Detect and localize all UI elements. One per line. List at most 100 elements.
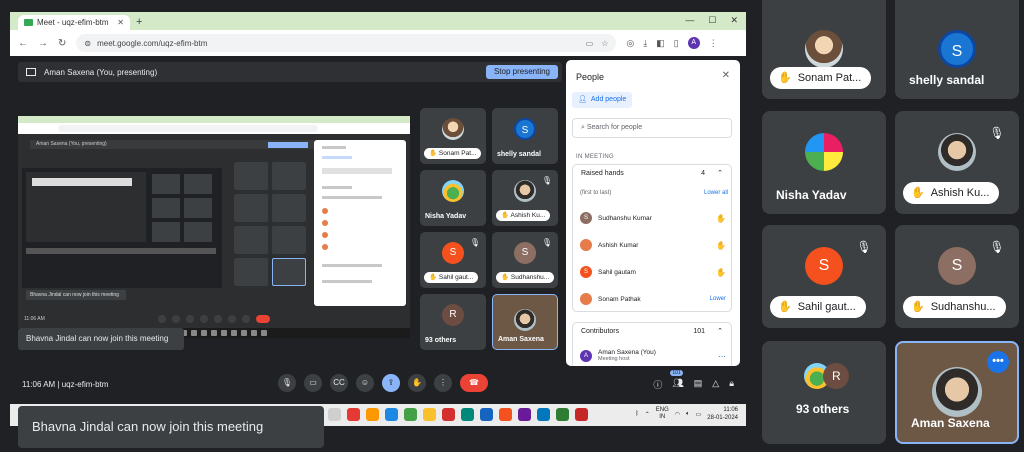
tile-sahil[interactable]: S 🎙︎ ✋ Sahil gaut... (762, 225, 886, 328)
extension-icon[interactable]: ◎ (626, 38, 634, 49)
chevron-up-icon[interactable]: ⌃ (645, 411, 650, 418)
mic-off-icon: 🎙︎ (989, 240, 1005, 254)
chrome-icon[interactable] (404, 408, 417, 421)
raised-hand-icon: ✋ (778, 72, 792, 84)
lower-hand-button[interactable]: Lower (710, 296, 726, 302)
participant-avatar (938, 133, 976, 171)
tile-sudhanshu[interactable]: S 🎙︎ ✋ Sudhanshu... (895, 225, 1019, 328)
participant-name: Aman Saxena (498, 336, 544, 343)
mid-tile-shelly[interactable]: S shelly sandal (492, 108, 558, 164)
reload-icon[interactable]: ↻ (58, 38, 66, 49)
wifi-icon[interactable]: ◠ (675, 411, 680, 418)
app-icon[interactable] (385, 408, 398, 421)
mic-icon[interactable]: 🎙︎ (278, 374, 296, 392)
mid-tile-nisha[interactable]: Nisha Yadav (420, 170, 486, 226)
app-icon[interactable] (442, 408, 455, 421)
raised-hand-row[interactable]: Ashish Kumar ✋ (580, 237, 726, 253)
add-people-button[interactable]: 👤︎ Add people (572, 92, 633, 108)
contributor-row[interactable]: A Aman Saxena (You) Meeting host ⋯ (580, 348, 726, 364)
edge-icon[interactable] (480, 408, 493, 421)
chevron-up-icon[interactable]: ⌃ (717, 323, 723, 341)
preview-browser (18, 116, 410, 134)
more-options-icon[interactable]: ⋮ (434, 374, 452, 392)
participant-avatar (514, 180, 536, 202)
mid-tile-sonam[interactable]: ✋ Sonam Pat... (420, 108, 486, 164)
tile-nisha[interactable]: Nisha Yadav (762, 111, 886, 214)
app-icon[interactable] (366, 408, 379, 421)
app-icon[interactable] (499, 408, 512, 421)
app-icon[interactable] (347, 408, 360, 421)
host-controls-icon[interactable]: 🔒︎ (729, 378, 734, 391)
present-icon[interactable]: ⇪ (382, 374, 400, 392)
mid-tile-others[interactable]: R 93 others (420, 294, 486, 350)
camera-icon[interactable]: ▭ (304, 374, 322, 392)
raised-hands-header[interactable]: Raised hands 4 ⌃ (573, 165, 731, 183)
volume-icon[interactable]: 🔈︎ (686, 411, 690, 418)
captions-icon[interactable]: CC (330, 374, 348, 392)
more-options-icon[interactable]: ⋯ (718, 352, 726, 361)
mid-tile-self[interactable]: Aman Saxena (492, 294, 558, 350)
new-tab-button[interactable]: + (136, 15, 142, 30)
more-options-icon[interactable]: ••• (987, 351, 1009, 373)
contributors-header[interactable]: Contributors 101 ⌃ (573, 323, 731, 341)
menu-kebab-icon[interactable]: ⋮ (709, 38, 718, 49)
people-icon[interactable]: 👥︎ 101 (670, 370, 684, 391)
window-close-icon[interactable]: ✕ (730, 15, 738, 26)
raise-hand-icon[interactable]: ✋ (408, 374, 426, 392)
tab-meet[interactable]: Meet - uqz-efim-btm ✕ (18, 15, 130, 30)
app-icon[interactable] (575, 408, 588, 421)
participant-name: ✋ Sonam Pat... (424, 148, 482, 159)
end-call-button[interactable]: ☎ (460, 374, 488, 392)
bluetooth-icon[interactable]: ᛒ (635, 411, 639, 417)
stop-presenting-button[interactable]: Stop presenting (485, 65, 558, 79)
app-icon[interactable] (461, 408, 474, 421)
sidepanel-icon[interactable]: ▯ (674, 38, 679, 49)
bookmark-star-icon[interactable]: ☆ (601, 39, 608, 48)
tile-sonam[interactable]: ✋ Sonam Pat... (762, 0, 886, 99)
lower-all-button[interactable]: Lower all (704, 190, 728, 196)
puzzle-icon[interactable]: ◧ (656, 38, 665, 49)
search-people-input[interactable]: ⌕ Search for people (572, 118, 732, 138)
info-icon[interactable]: ⓘ (653, 378, 662, 391)
tab-close-icon[interactable]: ✕ (117, 18, 124, 27)
raised-hand-row[interactable]: Sonam Pathak Lower (580, 291, 726, 307)
profile-avatar[interactable]: A (687, 37, 700, 49)
tile-others[interactable]: R 93 others (762, 341, 886, 444)
participant-avatar: S (514, 118, 536, 140)
maximize-icon[interactable]: ☐ (708, 15, 716, 26)
tile-shelly[interactable]: S shelly sandal (895, 0, 1019, 99)
forward-icon[interactable]: → (38, 38, 48, 49)
language-indicator[interactable]: ENG IN (656, 407, 669, 421)
url-field[interactable]: ⊜ meet.google.com/uqz-efim-btm ▭ ☆ (76, 34, 617, 52)
search-taskbar-icon[interactable] (328, 408, 341, 421)
address-bar-row: ← → ↻ ⊜ meet.google.com/uqz-efim-btm ▭ ☆… (10, 30, 746, 56)
battery-icon[interactable]: ▭ (696, 411, 702, 418)
emoji-icon[interactable]: ☺ (356, 374, 374, 392)
tile-ashish[interactable]: 🎙︎ ✋ Ashish Ku... (895, 111, 1019, 214)
site-info-icon[interactable]: ⊜ (84, 39, 91, 48)
download-icon[interactable]: ⤓ (643, 38, 647, 49)
raised-hand-row[interactable]: S Sudhanshu Kumar ✋ (580, 210, 726, 226)
participant-avatar (805, 30, 843, 68)
close-icon[interactable]: ✕ (722, 70, 730, 81)
raised-hand-row[interactable]: S Sahil gautam ✋ (580, 264, 726, 280)
presenting-bar: Aman Saxena (You, presenting) Stop prese… (18, 62, 562, 82)
taskbar-apps (328, 408, 588, 421)
chat-icon[interactable]: ▤ (694, 378, 703, 391)
folder-icon[interactable] (423, 408, 436, 421)
app-icon[interactable] (537, 408, 550, 421)
app-icon[interactable] (518, 408, 531, 421)
mid-tile-ashish[interactable]: 🎙︎ ✋ Ashish Ku... (492, 170, 558, 226)
meet-favicon-icon (24, 19, 33, 26)
mid-tile-sudhanshu[interactable]: S 🎙︎ ✋ Sudhanshu... (492, 232, 558, 288)
minimize-icon[interactable]: — (685, 15, 694, 26)
camera-indicator-icon[interactable]: ▭ (586, 39, 594, 48)
activities-icon[interactable]: △ (712, 378, 719, 391)
back-icon[interactable]: ← (18, 38, 28, 49)
tile-self[interactable]: ••• Aman Saxena (895, 341, 1019, 444)
mid-tile-sahil[interactable]: S 🎙︎ ✋ Sahil gaut... (420, 232, 486, 288)
app-icon[interactable] (556, 408, 569, 421)
chevron-up-icon[interactable]: ⌃ (717, 165, 723, 183)
clock[interactable]: 11:06 28-01-2024 (707, 406, 738, 422)
participant-name: 93 others (425, 337, 457, 344)
